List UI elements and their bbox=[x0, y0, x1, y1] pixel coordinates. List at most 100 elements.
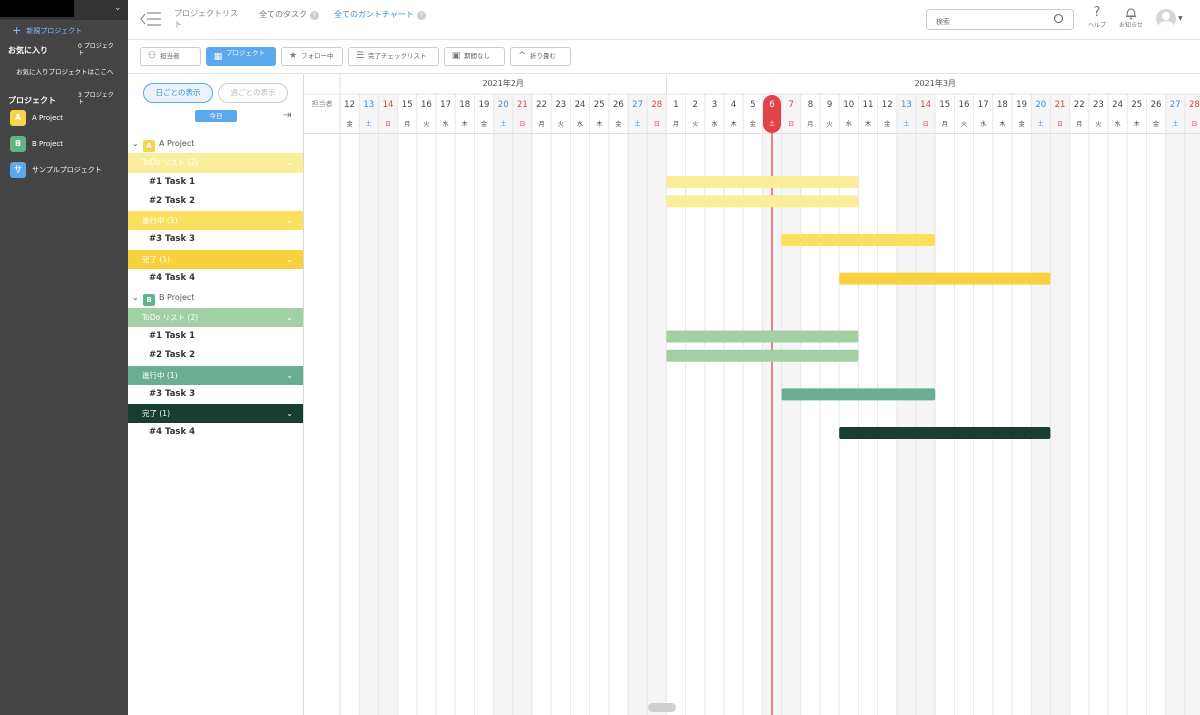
nav-project-list[interactable]: プロジェクトリスト bbox=[174, 8, 240, 30]
filter-project-button[interactable]: ▦ プロジェクト bbox=[206, 47, 276, 66]
tree-task-row[interactable]: #2 Task 2 bbox=[128, 192, 303, 211]
sidebar-item-label: B Project bbox=[32, 140, 63, 148]
nav-all-gantt[interactable]: 全てのガントチャート? bbox=[334, 9, 426, 20]
question-icon: ? bbox=[1093, 5, 1101, 20]
tree-status-group[interactable]: 完了 (1) ⌄ bbox=[128, 404, 303, 424]
weekday-label: 土 bbox=[635, 120, 641, 128]
status-group-label: 完了 (1) bbox=[142, 409, 171, 419]
chevron-down-icon[interactable]: ⌄ bbox=[286, 366, 293, 385]
tree-project-row[interactable]: ⌄ A A Project bbox=[128, 134, 303, 153]
view-by-week-button[interactable]: 週ごとの表示 bbox=[218, 83, 288, 103]
filter-following-button[interactable]: ★ フォロー中 bbox=[281, 47, 343, 66]
tree-task-row[interactable]: #3 Task 3 bbox=[128, 230, 303, 249]
gantt-chart: 担当者 2021年2月 2021年3月 12 金 13 土 14 日 15 月 16 火 17 水 18 木 19… bbox=[304, 74, 1200, 715]
sidebar-item-project[interactable]: B B Project bbox=[10, 136, 63, 152]
tree-status-group[interactable]: 進行中 (1) ⌄ bbox=[128, 211, 303, 231]
weekday-label: 木 bbox=[865, 120, 871, 128]
nav-all-tasks[interactable]: 全てのタスク? bbox=[259, 9, 319, 20]
tree-task-row[interactable]: #2 Task 2 bbox=[128, 346, 303, 365]
workspace-switcher[interactable]: ⌄ bbox=[0, 0, 128, 20]
day-label: 15 bbox=[402, 100, 413, 110]
tree-task-row[interactable]: #4 Task 4 bbox=[128, 269, 303, 288]
gantt-task-bar[interactable] bbox=[666, 349, 859, 362]
weekend-column bbox=[1184, 94, 1200, 715]
tree-task-row[interactable]: #3 Task 3 bbox=[128, 385, 303, 404]
weekday-label: 日 bbox=[519, 121, 525, 128]
chevron-down-icon[interactable]: ⌄ bbox=[132, 134, 142, 153]
view-by-day-button[interactable]: 日ごとの表示 bbox=[143, 83, 213, 103]
gantt-task-bar[interactable] bbox=[666, 330, 859, 343]
today-button[interactable]: 今日 bbox=[195, 110, 237, 122]
filter-checklist-button[interactable]: ☰ 完了チェックリスト bbox=[348, 47, 439, 66]
weekday-label: 土 bbox=[1038, 120, 1044, 128]
chevron-down-icon[interactable]: ⌄ bbox=[286, 308, 293, 327]
weekday-label: 金 bbox=[615, 120, 621, 128]
weekend-column bbox=[628, 94, 648, 715]
export-icon[interactable]: ⇥ bbox=[283, 110, 291, 121]
help-button[interactable]: ? ヘルプ bbox=[1082, 5, 1112, 30]
chevron-down-icon[interactable]: ⌄ bbox=[114, 3, 122, 13]
project-badge: B bbox=[10, 136, 26, 152]
day-label: 18 bbox=[459, 100, 470, 110]
tree-task-row[interactable]: #4 Task 4 bbox=[128, 423, 303, 442]
day-label: 25 bbox=[1131, 100, 1142, 110]
tree-project-row[interactable]: ⌄ B B Project bbox=[128, 288, 303, 307]
weekday-label: 月 bbox=[404, 121, 410, 128]
search-input[interactable] bbox=[926, 9, 1074, 30]
weekday-label: 火 bbox=[961, 121, 967, 128]
avatar[interactable] bbox=[1156, 9, 1176, 29]
task-label: #1 Task 1 bbox=[149, 176, 196, 187]
day-label: 10 bbox=[843, 100, 854, 110]
gantt-task-bar[interactable] bbox=[666, 176, 859, 189]
tree-status-group[interactable]: 完了 (1) ⌄ bbox=[128, 249, 303, 270]
sidebar-item-label: A Project bbox=[32, 114, 63, 122]
sidebar-item-project[interactable]: A A Project bbox=[10, 110, 63, 126]
status-group-label: 完了 (1) bbox=[142, 254, 171, 264]
weekday-label: 土 bbox=[500, 120, 506, 128]
help-icon[interactable]: ? bbox=[310, 11, 319, 20]
chevron-down-icon[interactable]: ⌄ bbox=[132, 288, 142, 307]
tree-status-group[interactable]: ToDo リスト (2) ⌄ bbox=[128, 307, 303, 327]
chevron-down-icon[interactable]: ⌄ bbox=[286, 250, 293, 269]
tree-status-group[interactable]: ToDo リスト (2) ⌄ bbox=[128, 153, 303, 173]
status-group-label: 進行中 (1) bbox=[142, 216, 178, 226]
day-label: 22 bbox=[536, 100, 547, 110]
favorites-count: 0 プロジェクト bbox=[78, 43, 114, 57]
search-icon[interactable] bbox=[1054, 14, 1063, 23]
gantt-task-bar[interactable] bbox=[666, 195, 859, 208]
gantt-task-bar[interactable] bbox=[839, 427, 1051, 439]
weekday-label: 火 bbox=[423, 121, 429, 128]
gantt-task-bar[interactable] bbox=[839, 272, 1051, 285]
plus-icon: + bbox=[12, 24, 22, 37]
filter-no-deadline-button[interactable]: ▣ 期間なし bbox=[444, 47, 505, 66]
day-label: 15 bbox=[939, 100, 950, 110]
chevron-down-icon[interactable]: ⌄ bbox=[286, 404, 293, 423]
day-label: 12 bbox=[882, 100, 893, 110]
tree-task-row[interactable]: #1 Task 1 bbox=[128, 327, 303, 346]
collapse-button[interactable]: ^ 折り畳む bbox=[510, 47, 571, 66]
chevron-down-icon[interactable]: ⌄ bbox=[286, 211, 293, 230]
task-label: #2 Task 2 bbox=[149, 350, 196, 361]
day-label: 27 bbox=[632, 100, 643, 110]
horizontal-scroll-handle[interactable] bbox=[648, 703, 676, 712]
gantt-task-bar[interactable] bbox=[781, 388, 936, 401]
day-label: 19 bbox=[479, 100, 490, 110]
tree-status-group[interactable]: 進行中 (1) ⌄ bbox=[128, 365, 303, 385]
task-label: #3 Task 3 bbox=[149, 234, 196, 245]
day-label: 24 bbox=[1112, 100, 1123, 110]
gantt-task-bar[interactable] bbox=[781, 234, 936, 246]
notice-button[interactable]: お知らせ bbox=[1116, 6, 1146, 29]
filter-following-label: フォロー中 bbox=[301, 52, 334, 60]
filter-assignee-button[interactable]: ⚇ 担当者 bbox=[140, 47, 201, 66]
caret-down-icon[interactable]: ▼ bbox=[1178, 15, 1183, 22]
month-label: 2021年3月 bbox=[914, 78, 955, 88]
chevron-down-icon[interactable]: ⌄ bbox=[286, 153, 293, 172]
new-project-button[interactable]: + 新規プロジェクト bbox=[12, 24, 82, 37]
tree-task-row[interactable]: #1 Task 1 bbox=[128, 173, 303, 192]
project-name: A Project bbox=[159, 139, 195, 148]
sidebar-item-project[interactable]: ササンプルプロジェクト bbox=[10, 162, 102, 178]
chevron-up-icon: ^ bbox=[518, 51, 526, 61]
help-icon[interactable]: ? bbox=[416, 11, 426, 20]
back-arrow-icon[interactable] bbox=[140, 10, 162, 28]
sidebar-item-label: サンプルプロジェクト bbox=[32, 166, 102, 174]
